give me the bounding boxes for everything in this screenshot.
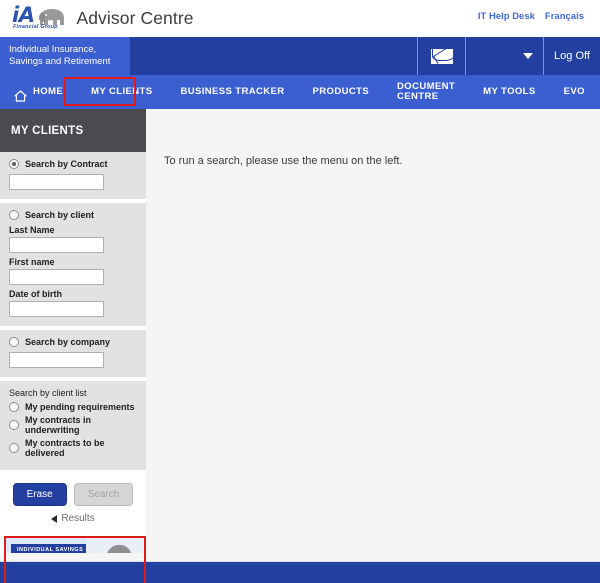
sidebar-title: MY CLIENTS	[0, 109, 146, 152]
search-by-client-list-panel: Search by client list My pending require…	[0, 381, 146, 470]
last-name-label: Last Name	[9, 225, 55, 235]
last-name-input[interactable]	[9, 237, 104, 253]
client-list-option-delivered[interactable]: My contracts to be delivered	[9, 438, 137, 458]
radio-pending-requirements[interactable]	[9, 402, 19, 412]
search-by-client-label: Search by client	[25, 210, 95, 220]
language-link[interactable]: Français	[545, 11, 584, 22]
radio-search-by-company[interactable]	[9, 337, 19, 347]
contract-number-input[interactable]	[9, 174, 104, 190]
logo-subtitle: Financial Group	[13, 24, 58, 30]
footer-spacer	[0, 553, 600, 561]
contracts-delivered-label: My contracts to be delivered	[25, 438, 105, 458]
search-by-company-option[interactable]: Search by company	[9, 337, 137, 347]
radio-contracts-delivered[interactable]	[9, 443, 19, 453]
search-button[interactable]: Search	[73, 483, 134, 506]
first-name-input[interactable]	[9, 269, 104, 285]
logo-ia-text: iA	[12, 3, 35, 27]
radio-search-by-contract[interactable]	[9, 159, 19, 169]
nav-item-products[interactable]: PRODUCTS	[299, 75, 384, 109]
search-by-company-label: Search by company	[25, 337, 111, 347]
mail-button[interactable]	[417, 37, 465, 75]
nav-item-evo[interactable]: EVO	[550, 75, 599, 109]
search-by-client-panel: Search by client Last Name First name Da…	[0, 203, 146, 326]
sidebar: MY CLIENTS Search by Contract Search by …	[0, 109, 146, 583]
erase-button[interactable]: Erase	[12, 483, 67, 506]
pending-requirements-label: My pending requirements	[25, 402, 135, 412]
client-list-title: Search by client list	[9, 388, 87, 398]
date-of-birth-label: Date of birth	[9, 289, 62, 299]
client-list-option-underwriting[interactable]: My contracts in underwriting	[9, 415, 137, 435]
search-by-contract-label: Search by Contract	[25, 159, 108, 169]
chevron-down-icon	[523, 53, 533, 59]
sidebar-actions: Erase Search	[0, 474, 146, 506]
advisor-centre-page: iA Financial Group Advisor Centre IT Hel…	[0, 0, 600, 583]
contracts-underwriting-label: My contracts in underwriting	[25, 415, 92, 435]
search-by-client-option[interactable]: Search by client	[9, 210, 137, 220]
empty-state-message: To run a search, please use the menu on …	[164, 155, 403, 167]
it-help-desk-link[interactable]: IT Help Desk	[478, 11, 535, 22]
radio-search-by-client[interactable]	[9, 210, 19, 220]
page-title: Advisor Centre	[76, 8, 194, 28]
main-navigation: HOME MY CLIENTS BUSINESS TRACKER PRODUCT…	[0, 75, 600, 109]
envelope-icon	[429, 47, 454, 65]
page-body: MY CLIENTS Search by Contract Search by …	[0, 109, 600, 583]
results-link[interactable]: Results	[0, 513, 146, 524]
search-by-company-panel: Search by company	[0, 330, 146, 377]
header-utility-links: IT Help Desk Français	[478, 11, 584, 22]
home-icon	[14, 80, 27, 105]
segment-tab-individual-insurance[interactable]: Individual Insurance, Savings and Retire…	[0, 37, 130, 75]
top-header: iA Financial Group Advisor Centre IT Hel…	[0, 0, 600, 37]
nav-item-home[interactable]: HOME	[8, 75, 77, 109]
segment-bar-actions: Log Off	[417, 37, 600, 75]
nav-item-home-label: HOME	[33, 86, 64, 97]
chevron-left-icon	[51, 514, 58, 523]
nav-item-my-tools[interactable]: MY TOOLS	[469, 75, 549, 109]
logoff-button[interactable]: Log Off	[543, 37, 600, 75]
nav-item-business-tracker[interactable]: BUSINESS TRACKER	[166, 75, 298, 109]
company-name-input[interactable]	[9, 352, 104, 368]
first-name-label: First name	[9, 257, 55, 267]
client-list-option-pending[interactable]: My pending requirements	[9, 402, 137, 412]
nav-item-document-centre[interactable]: DOCUMENT CENTRE	[383, 75, 469, 109]
search-by-contract-panel: Search by Contract	[0, 152, 146, 199]
nav-item-my-clients[interactable]: MY CLIENTS	[77, 75, 166, 109]
date-of-birth-input[interactable]	[9, 301, 104, 317]
main-content: To run a search, please use the menu on …	[146, 109, 600, 561]
results-link-label: Results	[61, 513, 95, 524]
search-by-contract-option[interactable]: Search by Contract	[9, 159, 137, 169]
footer-bar	[0, 561, 600, 583]
segment-bar: Individual Insurance, Savings and Retire…	[0, 37, 600, 75]
account-dropdown[interactable]	[465, 37, 543, 75]
radio-contracts-underwriting[interactable]	[9, 420, 19, 430]
